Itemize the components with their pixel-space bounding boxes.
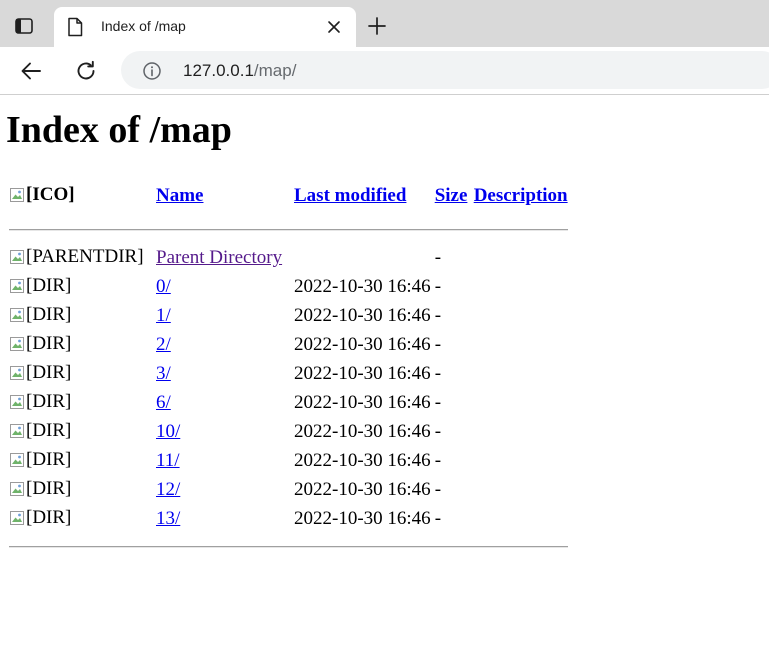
folder-icon: [DIR] [9, 333, 71, 355]
description-cell [473, 303, 569, 330]
last-modified-cell: 2022-10-30 16:46 [294, 450, 431, 471]
table-row: [DIR] 13/2022-10-30 16:46- [8, 506, 569, 533]
folder-icon-alt: [DIR] [26, 361, 72, 383]
folder-icon-alt: [DIR] [26, 332, 72, 354]
parent-dir-alt: [PARENTDIR] [26, 245, 144, 267]
directory-link[interactable]: 2/ [156, 334, 171, 355]
close-tab-icon[interactable] [324, 17, 344, 37]
folder-icon-alt: [DIR] [26, 303, 72, 325]
column-icon-header: [ICO] [8, 177, 153, 215]
parent-size: - [434, 247, 442, 268]
reload-icon[interactable] [71, 56, 101, 86]
size-cell: - [434, 276, 442, 297]
divider [9, 228, 568, 231]
column-icon-label: [ICO] [26, 183, 75, 205]
last-modified-cell: 2022-10-30 16:46 [294, 508, 431, 529]
description-cell [473, 506, 569, 533]
table-row: [DIR] 2/2022-10-30 16:46- [8, 332, 569, 359]
table-row: [DIR] 12/2022-10-30 16:46- [8, 477, 569, 504]
separator-row [8, 535, 569, 561]
new-tab-icon[interactable] [364, 13, 390, 39]
description-cell [473, 448, 569, 475]
sort-by-description-link[interactable]: Description [474, 185, 568, 206]
last-modified-cell: 2022-10-30 16:46 [294, 305, 431, 326]
directory-link[interactable]: 13/ [156, 508, 180, 529]
folder-icon: [DIR] [9, 507, 71, 529]
size-cell: - [434, 363, 442, 384]
tab-actions-icon[interactable] [12, 14, 36, 38]
folder-icon: [DIR] [9, 304, 71, 326]
site-info-icon[interactable] [142, 61, 162, 81]
browser-toolbar: 127.0.0.1/map/ [0, 47, 769, 95]
page-title: Index of /map [6, 109, 232, 151]
directory-link[interactable]: 1/ [156, 305, 171, 326]
folder-icon: [DIR] [9, 275, 71, 297]
directory-link[interactable]: 6/ [156, 392, 171, 413]
description-cell [473, 332, 569, 359]
back-arrow-icon[interactable] [16, 56, 46, 86]
folder-icon-alt: [DIR] [26, 448, 72, 470]
table-row: [DIR] 11/2022-10-30 16:46- [8, 448, 569, 475]
folder-icon-alt: [DIR] [26, 506, 72, 528]
size-cell: - [434, 305, 442, 326]
sort-by-size-link[interactable]: Size [435, 185, 468, 206]
folder-icon: [DIR] [9, 420, 71, 442]
directory-listing: [ICO] Name Last modified Size Descriptio… [6, 175, 571, 562]
active-tab[interactable]: Index of /map [54, 7, 356, 47]
directory-link[interactable]: 11/ [156, 450, 180, 471]
directory-link[interactable]: 12/ [156, 479, 180, 500]
sort-by-name-link[interactable]: Name [156, 185, 203, 206]
last-modified-cell: 2022-10-30 16:46 [294, 276, 431, 297]
sort-by-modified-link[interactable]: Last modified [294, 185, 406, 206]
tab-title: Index of /map [101, 18, 186, 34]
url-text[interactable]: 127.0.0.1/map/ [183, 61, 296, 81]
size-cell: - [434, 508, 442, 529]
size-cell: - [434, 421, 442, 442]
tab-strip: Index of /map [0, 0, 769, 47]
last-modified-cell: 2022-10-30 16:46 [294, 479, 431, 500]
table-row: [DIR] 6/2022-10-30 16:46- [8, 390, 569, 417]
broken-image-icon: [ICO] [9, 184, 75, 206]
size-cell: - [434, 450, 442, 471]
folder-icon-alt: [DIR] [26, 477, 72, 499]
table-row: [DIR] 0/2022-10-30 16:46- [8, 274, 569, 301]
size-cell: - [434, 334, 442, 355]
url-host: 127.0.0.1 [183, 61, 254, 80]
parent-directory-link[interactable]: Parent Directory [156, 247, 282, 268]
description-cell [473, 419, 569, 446]
table-row: [DIR] 10/2022-10-30 16:46- [8, 419, 569, 446]
parent-dir-icon: [PARENTDIR] [9, 246, 144, 268]
size-cell: - [434, 392, 442, 413]
last-modified-cell: 2022-10-30 16:46 [294, 392, 431, 413]
separator-row [8, 217, 569, 243]
table-row-parent: [PARENTDIR] Parent Directory - [8, 245, 569, 272]
folder-icon-alt: [DIR] [26, 274, 72, 296]
description-cell [473, 361, 569, 388]
url-path: /map/ [253, 61, 297, 80]
folder-icon: [DIR] [9, 449, 71, 471]
folder-icon-alt: [DIR] [26, 419, 72, 441]
directory-link[interactable]: 3/ [156, 363, 171, 384]
description-cell [473, 390, 569, 417]
directory-link[interactable]: 0/ [156, 276, 171, 297]
description-cell [473, 477, 569, 504]
table-row: [DIR] 3/2022-10-30 16:46- [8, 361, 569, 388]
header-row: [ICO] Name Last modified Size Descriptio… [8, 177, 569, 215]
last-modified-cell: 2022-10-30 16:46 [294, 334, 431, 355]
folder-icon-alt: [DIR] [26, 390, 72, 412]
folder-icon: [DIR] [9, 478, 71, 500]
directory-link[interactable]: 10/ [156, 421, 180, 442]
last-modified-cell: 2022-10-30 16:46 [294, 421, 431, 442]
table-row: [DIR] 1/2022-10-30 16:46- [8, 303, 569, 330]
size-cell: - [434, 479, 442, 500]
folder-icon: [DIR] [9, 391, 71, 413]
description-cell [473, 274, 569, 301]
divider [9, 546, 568, 549]
page-favicon-icon [67, 17, 83, 37]
folder-icon: [DIR] [9, 362, 71, 384]
last-modified-cell: 2022-10-30 16:46 [294, 363, 431, 384]
parent-last-modified [293, 245, 432, 272]
address-bar[interactable]: 127.0.0.1/map/ [121, 51, 769, 89]
